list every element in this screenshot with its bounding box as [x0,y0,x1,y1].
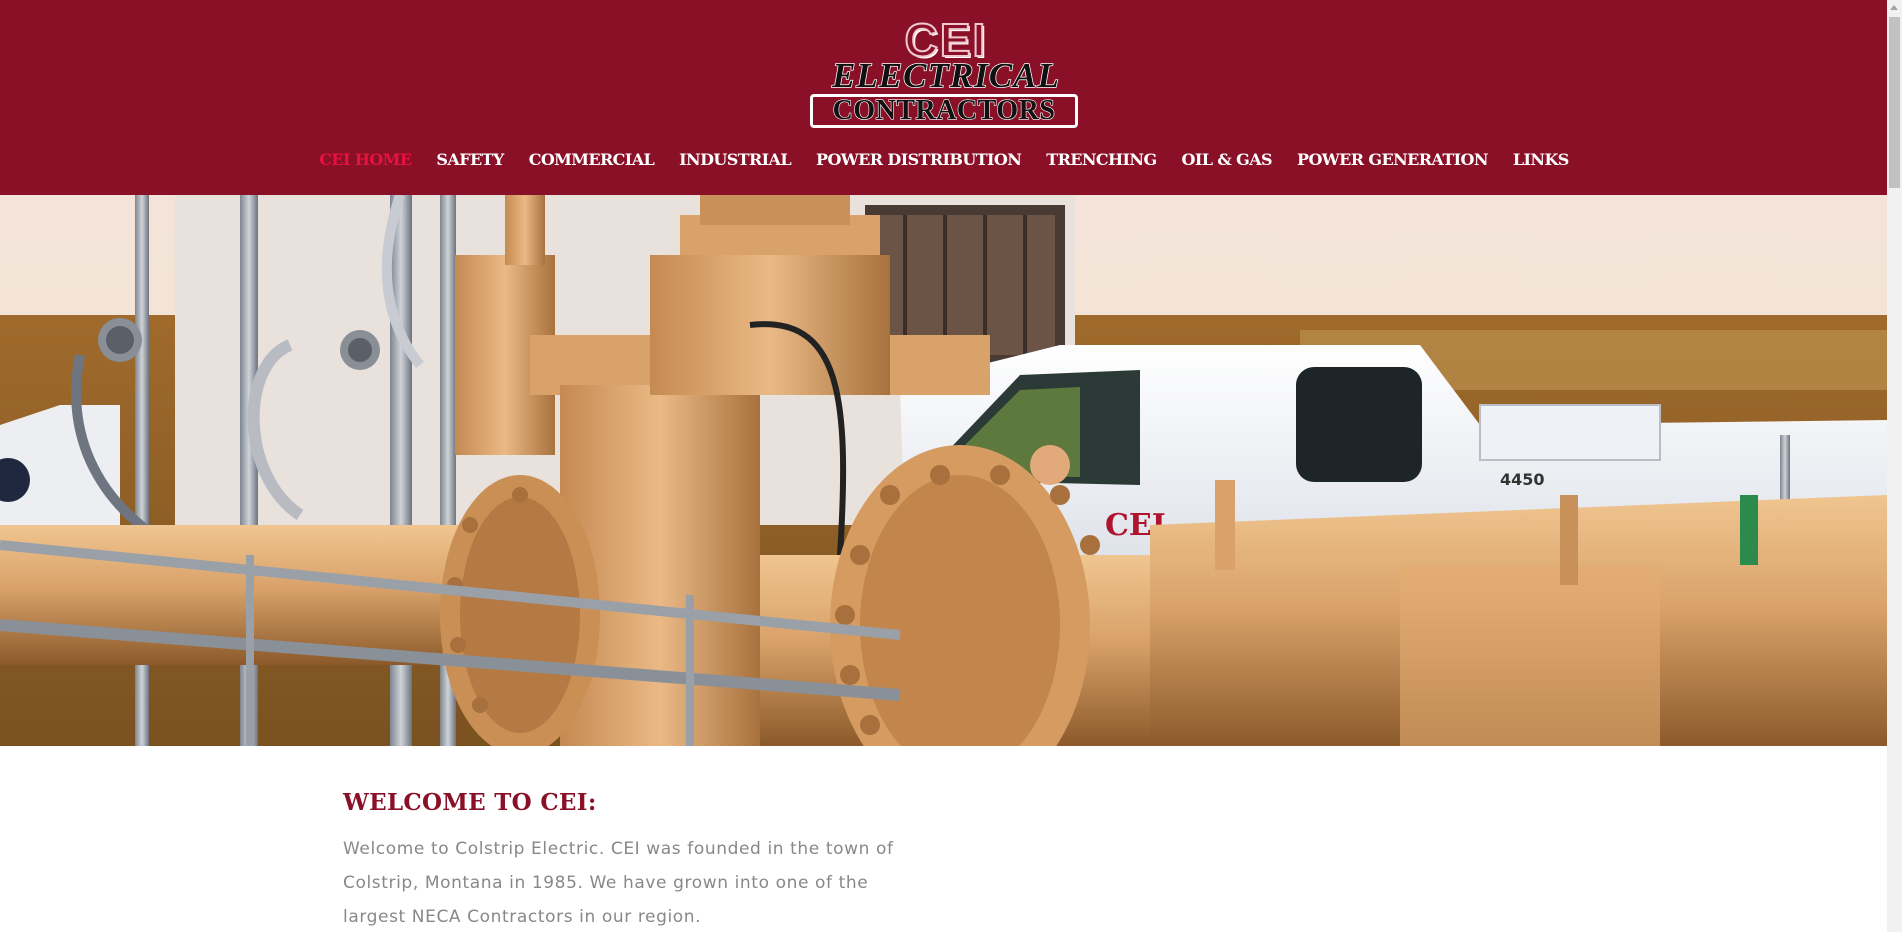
pipeline-truck-photo: 4450 CEI [0,195,1887,746]
truck-number: 4450 [1500,470,1545,489]
nav-item-power-generation[interactable]: POWER GENERATION [1284,149,1500,173]
welcome-text: Welcome to Colstrip Electric. CEI was fo… [343,839,894,927]
welcome-section: WELCOME TO CEI: Welcome to Colstrip Elec… [343,788,913,934]
nav-item-trenching[interactable]: TRENCHING [1033,149,1168,173]
cei-logo[interactable]: CEI ELECTRICAL CONTRACTORS [808,15,1084,131]
scroll-up-arrow-icon[interactable] [1890,5,1898,10]
nav-item-power-distribution[interactable]: POWER DISTRIBUTION [803,149,1033,173]
main-nav: CEI HOME SAFETY COMMERCIAL INDUSTRIAL PO… [0,149,1887,173]
hero-image: 4450 CEI [0,195,1887,746]
logo-electrical-text: ELECTRICAL [831,55,1060,96]
site-header: CEI ELECTRICAL CONTRACTORS CEI HOME SAFE… [0,0,1887,195]
welcome-title: WELCOME TO CEI: [343,789,597,816]
nav-item-commercial[interactable]: COMMERCIAL [516,149,666,173]
nav-item-links[interactable]: LINKS [1500,149,1581,173]
nav-item-oil-gas[interactable]: OIL & GAS [1169,149,1285,173]
logo-contractors-box: CONTRACTORS [810,94,1078,128]
nav-item-safety[interactable]: SAFETY [423,149,515,173]
page-scrollbar[interactable] [1887,0,1902,932]
nav-item-cei-home[interactable]: CEI HOME [306,149,423,173]
logo-contractors-text: CONTRACTORS [832,95,1056,126]
nav-item-industrial[interactable]: INDUSTRIAL [666,149,803,173]
scrollbar-thumb[interactable] [1889,17,1900,188]
